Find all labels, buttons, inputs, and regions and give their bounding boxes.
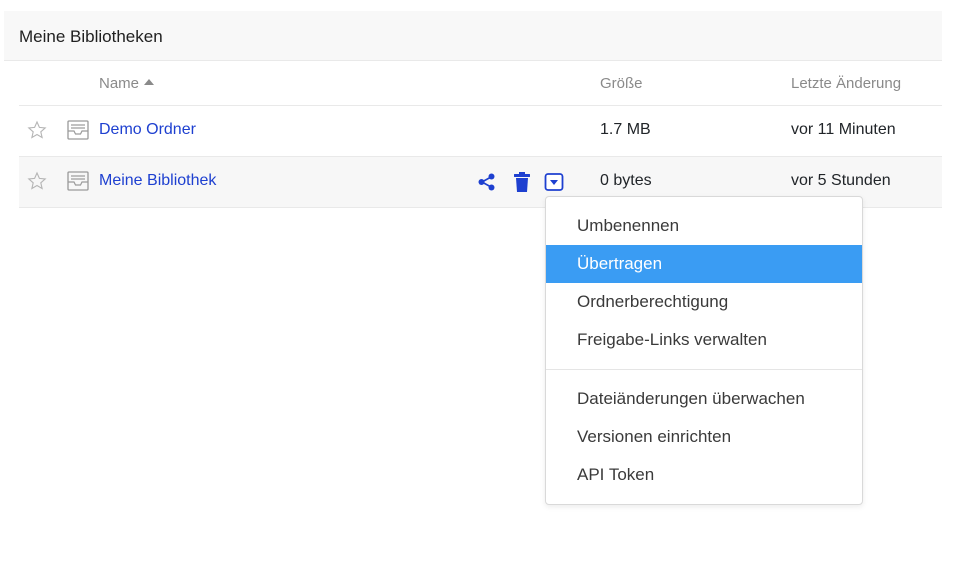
table-header: Name Größe Letzte Änderung bbox=[19, 62, 942, 106]
menu-item-transfer[interactable]: Übertragen bbox=[546, 245, 862, 283]
menu-item-watch-changes[interactable]: Dateiänderungen überwachen bbox=[546, 380, 862, 418]
library-modified: vor 11 Minuten bbox=[791, 121, 896, 138]
library-name-link[interactable]: Demo Ordner bbox=[99, 121, 196, 139]
menu-item-folder-permission[interactable]: Ordnerberechtigung bbox=[546, 283, 862, 321]
library-size: 0 bytes bbox=[600, 172, 652, 189]
library-size: 1.7 MB bbox=[600, 121, 651, 138]
share-icon[interactable] bbox=[477, 171, 497, 193]
library-icon bbox=[67, 171, 89, 191]
menu-item-api-token[interactable]: API Token bbox=[546, 456, 862, 494]
menu-item-rename[interactable]: Umbenennen bbox=[546, 207, 862, 245]
menu-divider bbox=[546, 369, 862, 370]
menu-item-history-settings[interactable]: Versionen einrichten bbox=[546, 418, 862, 456]
panel-title: Meine Bibliotheken bbox=[19, 27, 163, 46]
sort-ascending-icon bbox=[144, 79, 155, 85]
library-modified: vor 5 Stunden bbox=[791, 172, 891, 189]
trash-icon[interactable] bbox=[512, 171, 532, 193]
table-row[interactable]: Demo Ordner 1.7 MB vor 11 Minuten bbox=[19, 106, 942, 157]
star-icon[interactable] bbox=[27, 120, 47, 140]
library-name-link[interactable]: Meine Bibliothek bbox=[99, 172, 216, 190]
column-header-name[interactable]: Name bbox=[99, 75, 155, 92]
menu-item-share-links[interactable]: Freigabe-Links verwalten bbox=[546, 321, 862, 359]
dropdown-toggle-icon[interactable] bbox=[544, 171, 564, 193]
column-header-modified[interactable]: Letzte Änderung bbox=[791, 75, 901, 92]
column-header-name-label: Name bbox=[99, 75, 140, 92]
library-operations-menu: Umbenennen Übertragen Ordnerberechtigung… bbox=[545, 196, 863, 505]
star-icon[interactable] bbox=[27, 171, 47, 191]
library-icon bbox=[67, 120, 89, 140]
panel-header: Meine Bibliotheken bbox=[4, 11, 942, 61]
column-header-size[interactable]: Größe bbox=[600, 75, 643, 92]
